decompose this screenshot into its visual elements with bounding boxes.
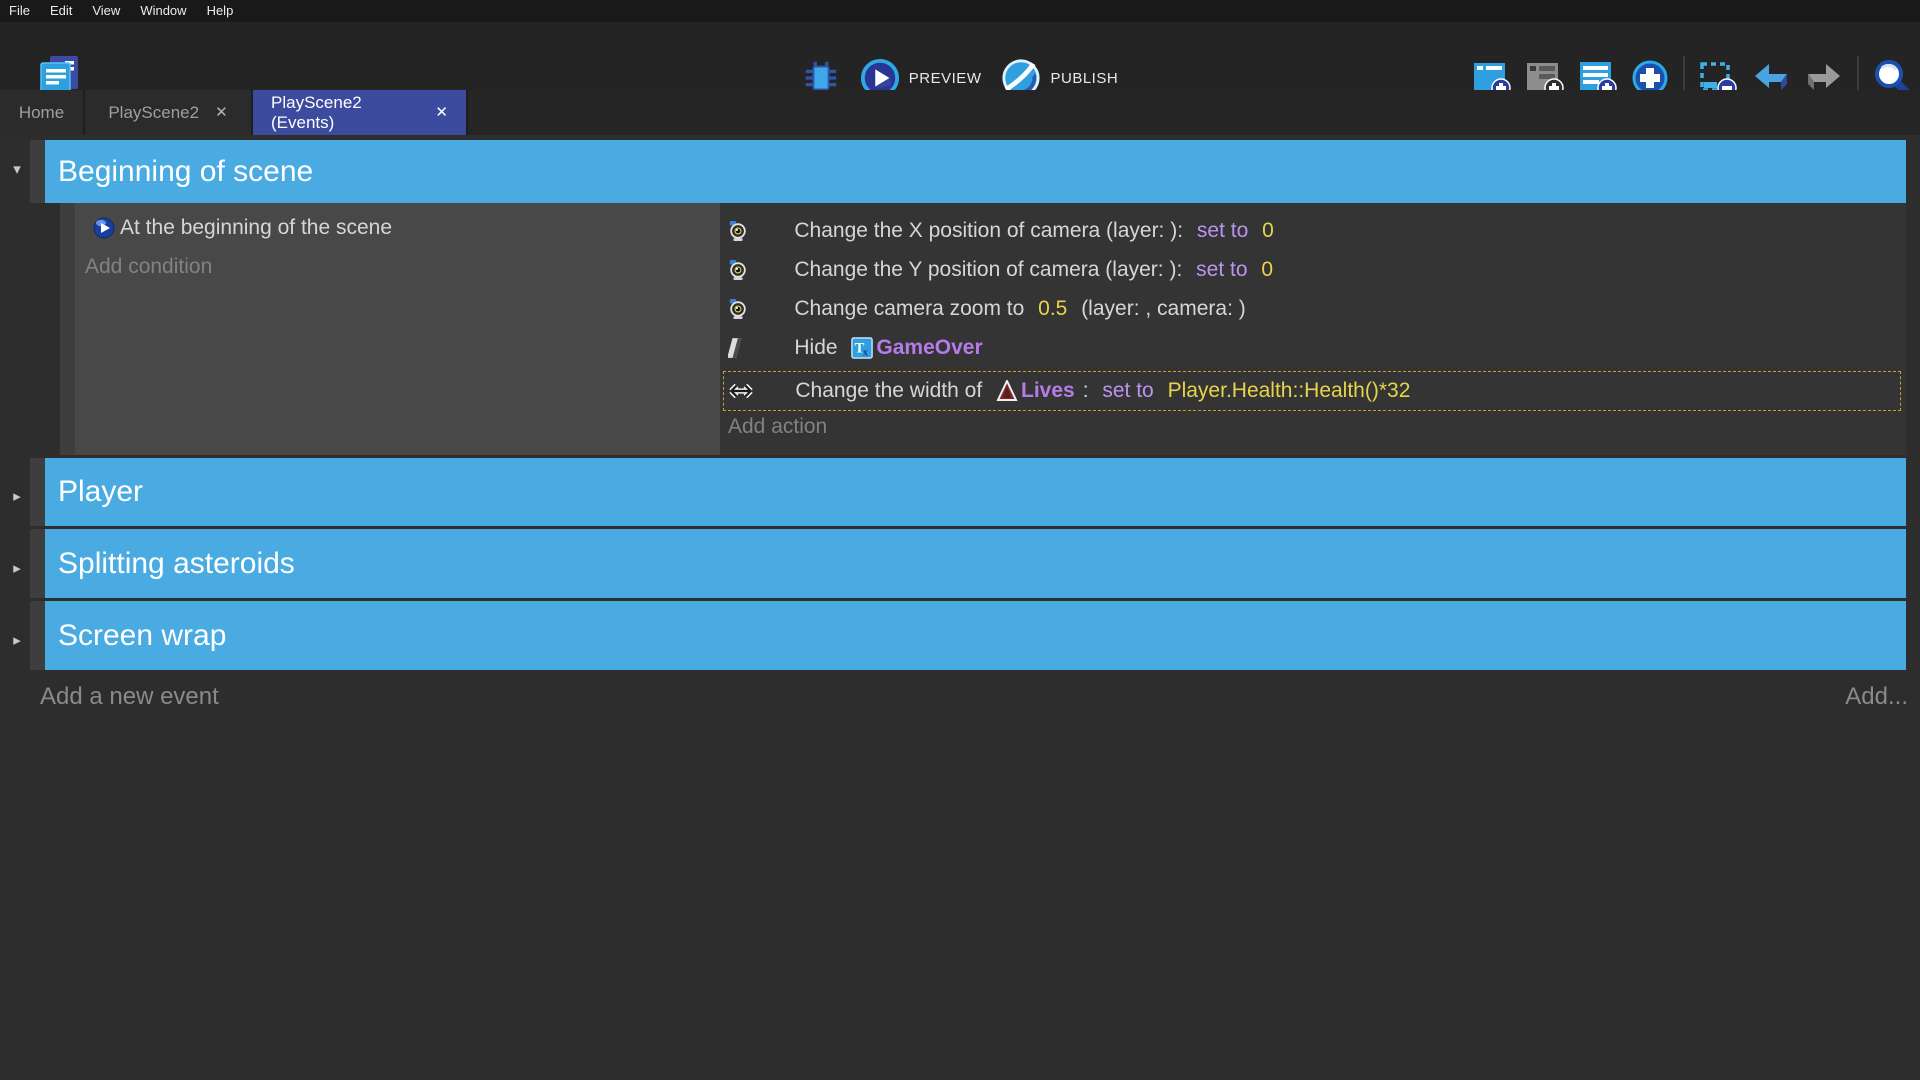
action-value: 0 [1256,258,1274,282]
preview-label: PREVIEW [909,70,982,87]
menu-window[interactable]: Window [130,0,196,22]
group-drag-handle[interactable] [30,601,45,670]
close-icon[interactable]: ✕ [215,105,228,120]
tab-playscene2-events[interactable]: PlayScene2 (Events) ✕ [253,90,468,135]
text-object-icon: T x [851,337,873,359]
add-more-button[interactable]: Add... [1845,683,1908,711]
object-name: GameOver [876,336,982,360]
action-text: Change the width of [795,379,988,403]
main-toolbar: PREVIEW PUBLISH [0,22,1920,90]
action-change-width-lives-selected[interactable]: Change the width of Lives: set to Player… [723,371,1901,411]
group-header-screen-wrap[interactable]: Screen wrap [45,601,1906,670]
action-camera-y[interactable]: Change the Y position of camera (layer: … [728,250,1273,289]
tab-home-label: Home [19,103,64,123]
action-camera-x[interactable]: Change the X position of camera (layer: … [728,211,1274,250]
group-header-beginning-of-scene[interactable]: Beginning of scene [45,140,1906,203]
menu-edit[interactable]: Edit [40,0,82,22]
events-sheet: ▾ Beginning of scene At the beginning of… [0,135,1920,1080]
tab-home[interactable]: Home [0,90,85,135]
action-text: Change the Y position of camera (layer: … [794,258,1188,282]
group-title: Beginning of scene [58,155,313,189]
tab-playscene2[interactable]: PlayScene2 ✕ [85,90,253,135]
menu-file[interactable]: File [0,0,40,22]
add-event-row: Add a new event Add... [0,683,1920,715]
add-action-button[interactable]: Add action [728,415,827,439]
close-icon[interactable]: ✕ [435,105,448,120]
action-expression: Player.Health::Health()*32 [1162,379,1411,403]
group-header-player[interactable]: Player [45,458,1906,526]
add-new-event-button[interactable]: Add a new event [40,683,219,711]
action-value: 0 [1256,219,1274,243]
chevron-right-icon[interactable]: ▸ [6,559,28,577]
svg-text:x: x [863,347,868,358]
publish-label: PUBLISH [1050,70,1118,87]
action-text: (layer: , camera: ) [1075,297,1245,321]
group-header-splitting-asteroids[interactable]: Splitting asteroids [45,529,1906,598]
menu-view[interactable]: View [82,0,130,22]
actions-panel: Change the X position of camera (layer: … [720,203,1906,455]
action-text: Hide [794,336,843,360]
action-camera-zoom[interactable]: Change camera zoom to 0.5 (layer: , came… [728,289,1246,328]
condition-text: At the beginning of the scene [120,216,392,240]
action-text: Change the X position of camera (layer: … [794,219,1189,243]
conditions-panel: At the beginning of the scene Add condit… [75,203,720,455]
chevron-down-icon[interactable]: ▾ [6,160,28,178]
group-title: Screen wrap [58,619,226,653]
object-name: Lives [1021,379,1075,403]
group-title: Player [58,475,143,509]
group-drag-handle[interactable] [30,458,45,526]
chevron-right-icon[interactable]: ▸ [6,487,28,505]
menu-help[interactable]: Help [197,0,244,22]
event-drag-handle[interactable] [60,203,75,455]
tab-playscene2-events-label: PlayScene2 (Events) [271,93,419,133]
menu-bar: File Edit View Window Help [0,0,1920,22]
action-value: 0.5 [1038,297,1067,321]
action-text: : [1083,379,1095,403]
group-title: Splitting asteroids [58,547,295,581]
scene-start-icon [93,217,115,239]
action-operator: set to [1197,219,1248,243]
group-drag-handle[interactable] [30,140,45,203]
condition-row[interactable]: At the beginning of the scene [93,216,392,240]
action-operator: set to [1102,379,1153,403]
action-text: Change camera zoom to [794,297,1030,321]
tab-playscene2-label: PlayScene2 [108,103,199,123]
add-condition-button[interactable]: Add condition [85,255,212,279]
ship-object-icon [996,380,1018,402]
chevron-right-icon[interactable]: ▸ [6,631,28,649]
tab-bar: Home PlayScene2 ✕ PlayScene2 (Events) ✕ [0,90,1920,135]
group-drag-handle[interactable] [30,529,45,598]
action-operator: set to [1196,258,1247,282]
